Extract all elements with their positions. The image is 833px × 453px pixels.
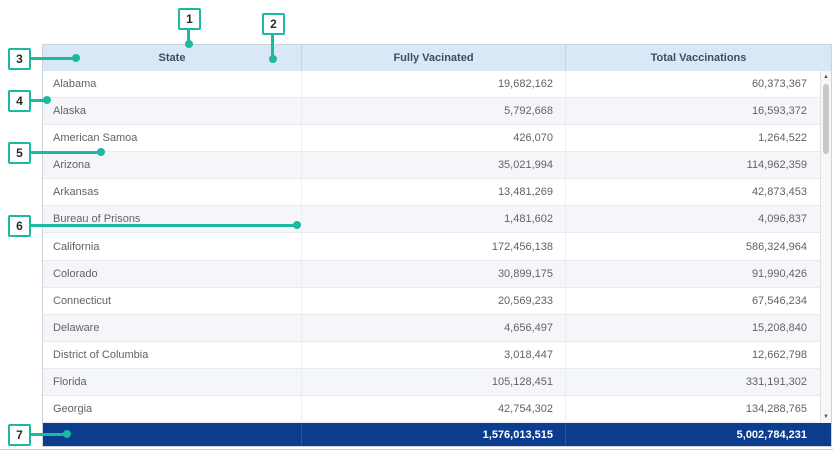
annotation-badge-5: 5 — [8, 142, 31, 164]
annotation-line-7 — [29, 433, 67, 436]
cell-fully-vaccinated: 105,128,451 — [302, 369, 566, 395]
table-rows: Alabama 19,682,162 60,373,367 Alaska 5,7… — [43, 71, 831, 423]
cell-state: Delaware — [43, 315, 302, 341]
annotated-table-screenshot: State Fully Vacinated Total Vaccinations… — [0, 0, 833, 453]
annotation-dot-6 — [293, 221, 301, 229]
column-header-state[interactable]: State — [43, 45, 302, 71]
annotation-badge-3: 3 — [8, 48, 31, 70]
cell-total-vaccinations: 42,873,453 — [566, 179, 831, 205]
cell-state: Colorado — [43, 261, 302, 287]
cell-state: Alabama — [43, 71, 302, 97]
cell-total-vaccinations: 91,990,426 — [566, 261, 831, 287]
annotation-badge-6: 6 — [8, 215, 31, 237]
cell-total-vaccinations: 586,324,964 — [566, 233, 831, 259]
cell-fully-vaccinated: 1,481,602 — [302, 206, 566, 232]
totals-state-cell — [43, 423, 302, 446]
cell-total-vaccinations: 12,662,798 — [566, 342, 831, 368]
cell-total-vaccinations: 60,373,367 — [566, 71, 831, 97]
scroll-up-icon[interactable]: ▲ — [821, 71, 831, 83]
annotation-label: 5 — [16, 146, 23, 160]
cell-state: Georgia — [43, 396, 302, 422]
annotation-dot-2 — [269, 55, 277, 63]
annotation-label: 2 — [270, 17, 277, 31]
annotation-label: 3 — [16, 52, 23, 66]
annotation-line-3 — [29, 57, 75, 60]
cell-fully-vaccinated: 13,481,269 — [302, 179, 566, 205]
table-row[interactable]: Arizona 35,021,994 114,962,359 — [43, 152, 831, 179]
cell-fully-vaccinated: 35,021,994 — [302, 152, 566, 178]
table-row[interactable]: California 172,456,138 586,324,964 — [43, 233, 831, 260]
annotation-dot-5 — [97, 148, 105, 156]
cell-state: Connecticut — [43, 288, 302, 314]
table-row[interactable]: Colorado 30,899,175 91,990,426 — [43, 261, 831, 288]
cell-state: Alaska — [43, 98, 302, 124]
cell-state: Arizona — [43, 152, 302, 178]
scrollbar-thumb[interactable] — [823, 84, 829, 154]
column-header-total-vaccinations[interactable]: Total Vaccinations — [566, 45, 831, 71]
annotation-badge-4: 4 — [8, 90, 31, 112]
cell-total-vaccinations: 114,962,359 — [566, 152, 831, 178]
cell-fully-vaccinated: 5,792,668 — [302, 98, 566, 124]
table-row[interactable]: District of Columbia 3,018,447 12,662,79… — [43, 342, 831, 369]
table-row[interactable]: Connecticut 20,569,233 67,546,234 — [43, 288, 831, 315]
table-row[interactable]: Bureau of Prisons 1,481,602 4,096,837 — [43, 206, 831, 233]
vaccination-table: State Fully Vacinated Total Vaccinations… — [42, 44, 832, 447]
cell-fully-vaccinated: 20,569,233 — [302, 288, 566, 314]
totals-fully-vaccinated: 1,576,013,515 — [302, 423, 566, 446]
cell-total-vaccinations: 331,191,302 — [566, 369, 831, 395]
cell-state: American Samoa — [43, 125, 302, 151]
cell-state: District of Columbia — [43, 342, 302, 368]
table-row[interactable]: Alabama 19,682,162 60,373,367 — [43, 71, 831, 98]
cell-total-vaccinations: 4,096,837 — [566, 206, 831, 232]
annotation-line-2 — [271, 35, 274, 57]
annotation-line-6 — [29, 224, 297, 227]
annotation-label: 4 — [16, 94, 23, 108]
cell-fully-vaccinated: 172,456,138 — [302, 233, 566, 259]
annotation-dot-7 — [63, 430, 71, 438]
vertical-scrollbar[interactable]: ▲ ▼ — [820, 71, 831, 423]
cell-total-vaccinations: 67,546,234 — [566, 288, 831, 314]
annotation-dot-1 — [185, 40, 193, 48]
scroll-down-icon[interactable]: ▼ — [821, 411, 831, 423]
table-row[interactable]: Georgia 42,754,302 134,288,765 — [43, 396, 831, 423]
cell-total-vaccinations: 16,593,372 — [566, 98, 831, 124]
annotation-badge-2: 2 — [262, 13, 285, 35]
table-row[interactable]: Alaska 5,792,668 16,593,372 — [43, 98, 831, 125]
cell-fully-vaccinated: 4,656,497 — [302, 315, 566, 341]
annotation-badge-1: 1 — [178, 8, 201, 30]
totals-row: 1,576,013,515 5,002,784,231 — [43, 423, 831, 446]
annotation-badge-7: 7 — [8, 424, 31, 446]
table-row[interactable]: Delaware 4,656,497 15,208,840 — [43, 315, 831, 342]
cell-state: Arkansas — [43, 179, 302, 205]
cell-fully-vaccinated: 3,018,447 — [302, 342, 566, 368]
annotation-label: 1 — [186, 12, 193, 26]
annotation-line-5 — [29, 151, 101, 154]
column-header-fully-vaccinated[interactable]: Fully Vacinated — [302, 45, 566, 71]
table-row[interactable]: Florida 105,128,451 331,191,302 — [43, 369, 831, 396]
table-row[interactable]: American Samoa 426,070 1,264,522 — [43, 125, 831, 152]
cell-fully-vaccinated: 42,754,302 — [302, 396, 566, 422]
table-header-row: State Fully Vacinated Total Vaccinations — [43, 45, 831, 71]
cell-fully-vaccinated: 19,682,162 — [302, 71, 566, 97]
table-body: Alabama 19,682,162 60,373,367 Alaska 5,7… — [43, 71, 831, 423]
cell-total-vaccinations: 134,288,765 — [566, 396, 831, 422]
cell-total-vaccinations: 15,208,840 — [566, 315, 831, 341]
cell-state: Bureau of Prisons — [43, 206, 302, 232]
table-row[interactable]: Arkansas 13,481,269 42,873,453 — [43, 179, 831, 206]
annotation-label: 6 — [16, 219, 23, 233]
annotation-label: 7 — [16, 428, 23, 442]
cell-fully-vaccinated: 30,899,175 — [302, 261, 566, 287]
annotation-dot-4 — [43, 96, 51, 104]
page-bottom-divider — [0, 449, 833, 450]
cell-total-vaccinations: 1,264,522 — [566, 125, 831, 151]
cell-fully-vaccinated: 426,070 — [302, 125, 566, 151]
cell-state: California — [43, 233, 302, 259]
totals-total-vaccinations: 5,002,784,231 — [566, 423, 831, 446]
cell-state: Florida — [43, 369, 302, 395]
annotation-dot-3 — [72, 54, 80, 62]
